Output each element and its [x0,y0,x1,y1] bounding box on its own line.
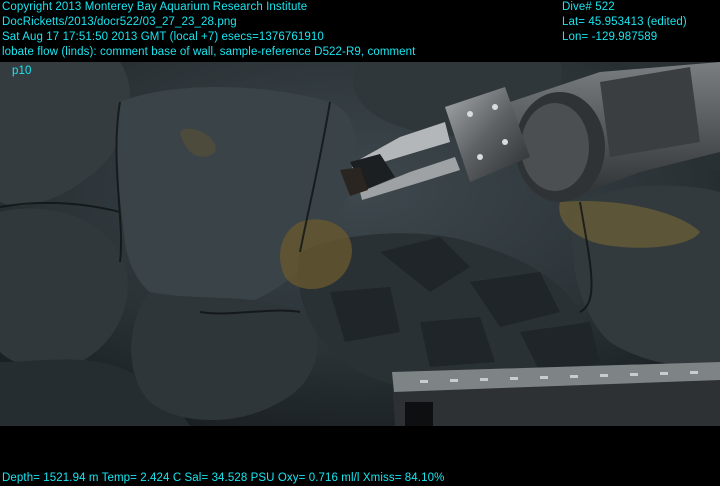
seafloor-camera-view [0,62,720,426]
datetime-text: Sat Aug 17 17:51:50 2013 GMT (local +7) … [2,31,324,43]
overlay-right-block: Dive# 522 Lat= 45.953413 (edited) Lon= -… [562,0,687,45]
latitude-text: Lat= 45.953413 (edited) [562,16,687,28]
dive-number: Dive# 522 [562,1,615,13]
sample-drawer [392,362,720,426]
frame-tag: p10 [12,65,32,77]
seafloor-scene [0,62,720,426]
video-frame: Copyright 2013 Monterey Bay Aquarium Res… [0,0,720,486]
overlay-left-block: Copyright 2013 Monterey Bay Aquarium Res… [2,0,415,60]
annotation-text: lobate flow (linds): comment base of wal… [2,46,416,58]
longitude-text: Lon= -129.987589 [562,31,658,43]
copyright-text: Copyright 2013 Monterey Bay Aquarium Res… [2,1,308,13]
filename-text: DocRicketts/2013/docr522/03_27_23_28.png [2,16,237,28]
sensor-readout: Depth= 1521.94 m Temp= 2.424 C Sal= 34.5… [2,472,445,484]
